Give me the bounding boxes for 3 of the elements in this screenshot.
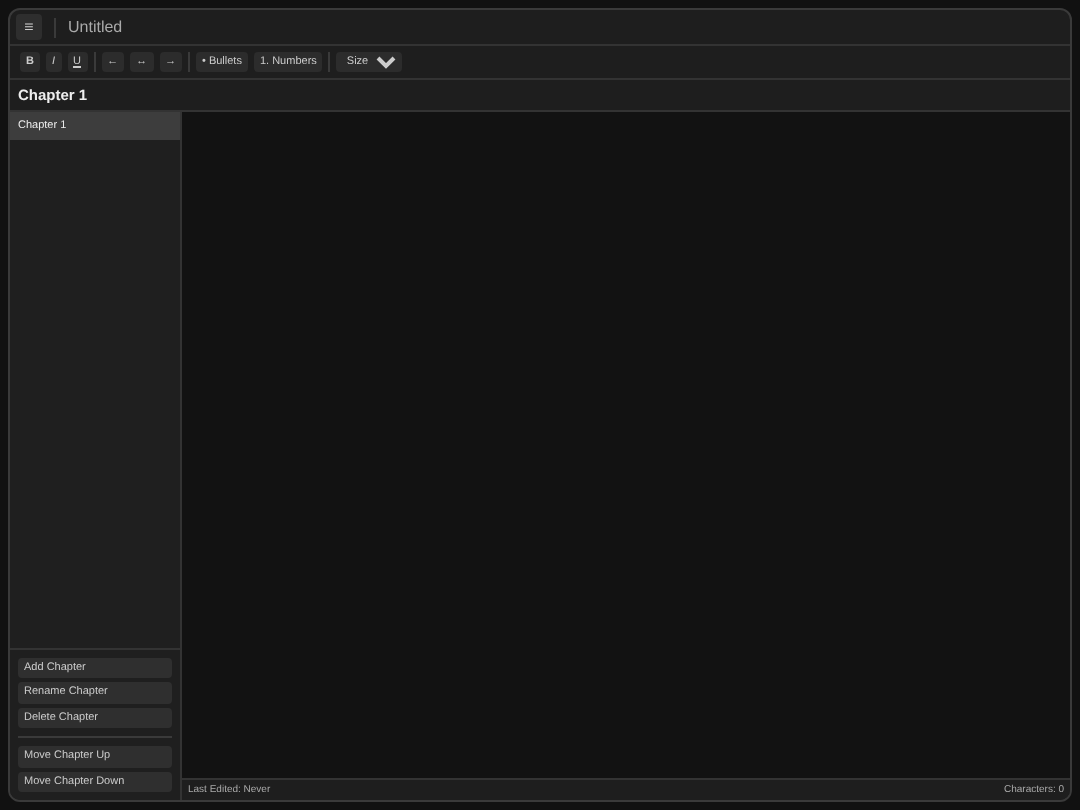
menu-button[interactable]: ≡ [16, 14, 42, 40]
document-title: Untitled [68, 18, 123, 36]
editor-area[interactable] [182, 112, 1070, 778]
